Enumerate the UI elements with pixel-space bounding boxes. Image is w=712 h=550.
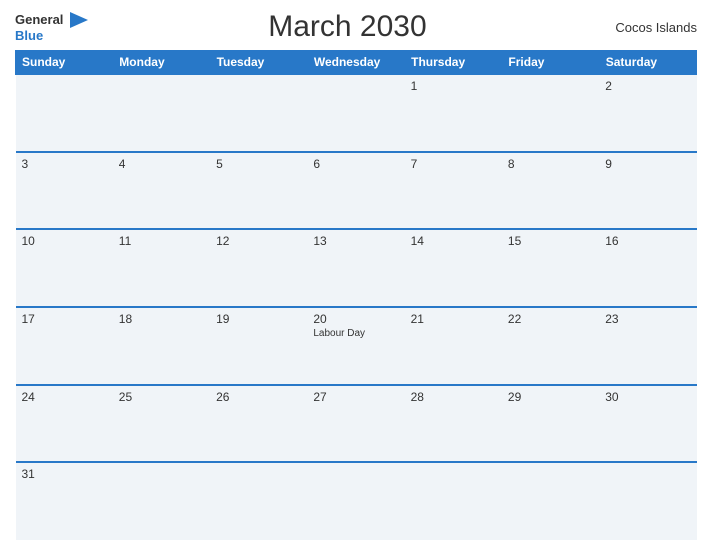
day-number: 19 xyxy=(216,312,301,326)
calendar-cell: 14 xyxy=(405,229,502,307)
calendar-cell: 10 xyxy=(16,229,113,307)
calendar-cell: 15 xyxy=(502,229,599,307)
calendar-cell: 18 xyxy=(113,307,210,385)
weekday-header-friday: Friday xyxy=(502,51,599,75)
day-number: 31 xyxy=(22,467,107,481)
weekday-header-row: SundayMondayTuesdayWednesdayThursdayFrid… xyxy=(16,51,697,75)
calendar-cell xyxy=(502,462,599,540)
logo-general-text: General xyxy=(15,12,63,27)
day-number: 5 xyxy=(216,157,301,171)
day-number: 21 xyxy=(411,312,496,326)
calendar-week-1: 12 xyxy=(16,74,697,152)
calendar-cell: 8 xyxy=(502,152,599,230)
calendar-cell: 2 xyxy=(599,74,696,152)
calendar-week-2: 3456789 xyxy=(16,152,697,230)
calendar-cell: 20 Labour Day xyxy=(307,307,404,385)
day-number: 3 xyxy=(22,157,107,171)
weekday-header-thursday: Thursday xyxy=(405,51,502,75)
calendar-cell: 1 xyxy=(405,74,502,152)
day-number: 2 xyxy=(605,79,690,93)
calendar-week-6: 31 xyxy=(16,462,697,540)
top-bar: General Blue March 2030 Cocos Islands xyxy=(15,10,697,44)
day-number: 14 xyxy=(411,234,496,248)
calendar-week-4: 17 18 19 20 Labour Day 21 22 23 xyxy=(16,307,697,385)
weekday-header-wednesday: Wednesday xyxy=(307,51,404,75)
day-number: 11 xyxy=(119,234,204,248)
calendar-cell xyxy=(502,74,599,152)
calendar-cell: 16 xyxy=(599,229,696,307)
calendar-cell: 22 xyxy=(502,307,599,385)
calendar-cell xyxy=(210,74,307,152)
day-number: 17 xyxy=(22,312,107,326)
calendar-cell: 13 xyxy=(307,229,404,307)
calendar-cell: 24 xyxy=(16,385,113,463)
holiday-label: Labour Day xyxy=(313,328,398,339)
calendar-cell xyxy=(307,462,404,540)
day-number: 25 xyxy=(119,390,204,404)
calendar-table: SundayMondayTuesdayWednesdayThursdayFrid… xyxy=(15,50,697,540)
calendar-cell: 17 xyxy=(16,307,113,385)
day-number: 22 xyxy=(508,312,593,326)
calendar-week-5: 24 25 26 27 28 29 30 xyxy=(16,385,697,463)
day-number: 29 xyxy=(508,390,593,404)
logo-line1: General xyxy=(15,11,88,29)
calendar-cell xyxy=(16,74,113,152)
calendar-week-3: 10 11 12 13 14 15 16 xyxy=(16,229,697,307)
day-number: 15 xyxy=(508,234,593,248)
calendar-cell: 27 xyxy=(307,385,404,463)
calendar-cell xyxy=(307,74,404,152)
calendar-cell xyxy=(113,462,210,540)
day-number: 27 xyxy=(313,390,398,404)
weekday-header-tuesday: Tuesday xyxy=(210,51,307,75)
logo-flag-icon xyxy=(70,12,88,28)
calendar-cell: 31 xyxy=(16,462,113,540)
calendar-cell: 23 xyxy=(599,307,696,385)
day-number: 26 xyxy=(216,390,301,404)
calendar-cell: 25 xyxy=(113,385,210,463)
calendar-cell: 26 xyxy=(210,385,307,463)
day-number: 13 xyxy=(313,234,398,248)
calendar-cell: 3 xyxy=(16,152,113,230)
day-number: 16 xyxy=(605,234,690,248)
day-number: 10 xyxy=(22,234,107,248)
calendar-cell: 11 xyxy=(113,229,210,307)
day-number: 12 xyxy=(216,234,301,248)
calendar-cell xyxy=(405,462,502,540)
calendar-cell: 7 xyxy=(405,152,502,230)
calendar-cell: 28 xyxy=(405,385,502,463)
calendar-cell: 5 xyxy=(210,152,307,230)
calendar-cell: 6 xyxy=(307,152,404,230)
weekday-header-sunday: Sunday xyxy=(16,51,113,75)
calendar-cell xyxy=(210,462,307,540)
logo-blue-text: Blue xyxy=(15,29,88,43)
region-label: Cocos Islands xyxy=(607,20,697,35)
calendar-cell: 30 xyxy=(599,385,696,463)
day-number: 24 xyxy=(22,390,107,404)
day-number: 20 xyxy=(313,312,398,326)
day-number: 18 xyxy=(119,312,204,326)
day-number: 1 xyxy=(411,79,496,93)
day-number: 23 xyxy=(605,312,690,326)
day-number: 8 xyxy=(508,157,593,171)
day-number: 30 xyxy=(605,390,690,404)
calendar-cell: 21 xyxy=(405,307,502,385)
calendar-cell: 12 xyxy=(210,229,307,307)
day-number: 4 xyxy=(119,157,204,171)
calendar-cell xyxy=(113,74,210,152)
day-number: 6 xyxy=(313,157,398,171)
calendar-cell: 19 xyxy=(210,307,307,385)
calendar-cell: 4 xyxy=(113,152,210,230)
day-number: 28 xyxy=(411,390,496,404)
calendar-cell xyxy=(599,462,696,540)
day-number: 9 xyxy=(605,157,690,171)
calendar-cell: 29 xyxy=(502,385,599,463)
calendar-cell: 9 xyxy=(599,152,696,230)
weekday-header-monday: Monday xyxy=(113,51,210,75)
calendar-title: March 2030 xyxy=(88,10,607,44)
weekday-header-saturday: Saturday xyxy=(599,51,696,75)
day-number: 7 xyxy=(411,157,496,171)
logo: General Blue xyxy=(15,11,88,43)
